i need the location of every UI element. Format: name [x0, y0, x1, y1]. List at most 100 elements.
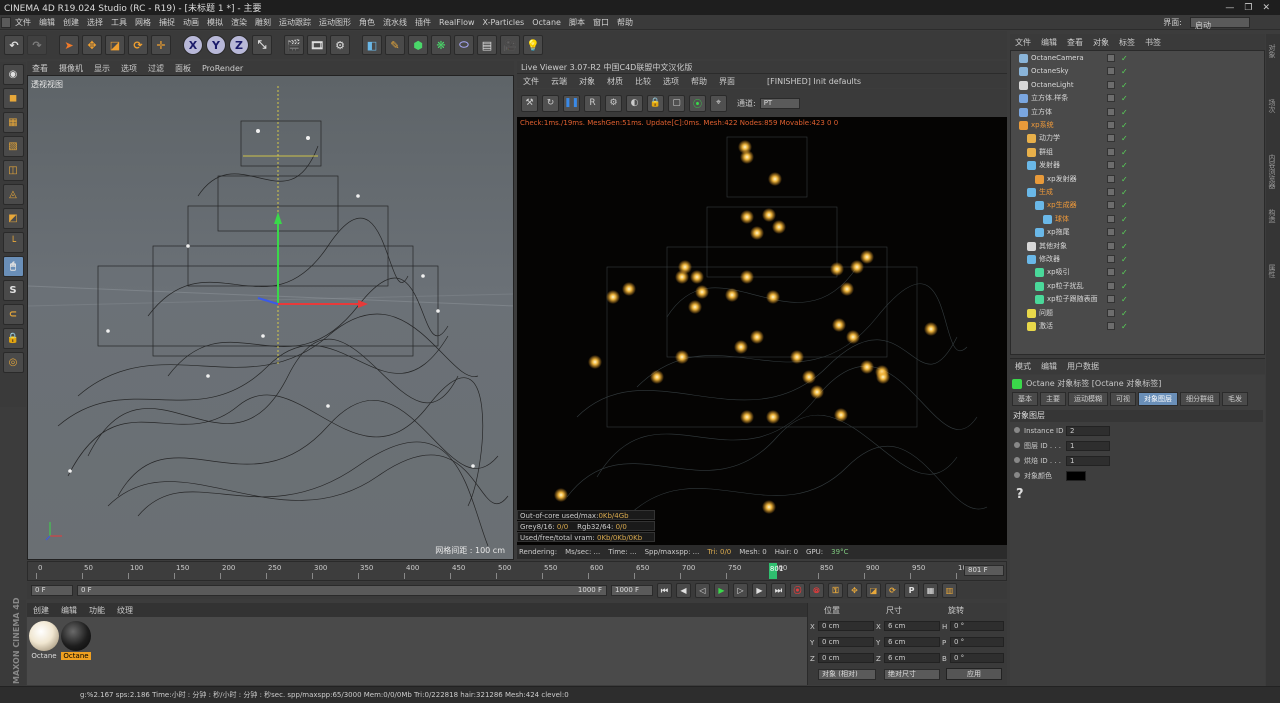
- clay-mode-icon[interactable]: ▢: [668, 94, 685, 112]
- menu-item[interactable]: 文件: [11, 15, 35, 30]
- visibility-toggle[interactable]: [1107, 134, 1115, 143]
- position-key-icon[interactable]: ✥: [847, 583, 862, 598]
- menu-item[interactable]: 选择: [83, 15, 107, 30]
- enabled-check-icon[interactable]: ✓: [1121, 132, 1128, 145]
- undo-icon[interactable]: ↶: [4, 35, 24, 55]
- attribute-menu-item[interactable]: 模式: [1010, 361, 1036, 372]
- viewport-menu-item[interactable]: ProRender: [197, 64, 248, 73]
- render-view[interactable]: Check:1ms./19ms. MeshGen:51ms. Update[C]…: [517, 117, 1007, 545]
- menu-item[interactable]: 动画: [179, 15, 203, 30]
- position-x-field[interactable]: 0 cm: [818, 621, 874, 631]
- settings-gear-icon[interactable]: ⚙: [605, 94, 622, 112]
- visibility-toggle[interactable]: [1107, 268, 1115, 277]
- visibility-toggle[interactable]: [1107, 174, 1115, 183]
- animate-dot-icon[interactable]: [1014, 427, 1020, 433]
- object-menu-item[interactable]: 查看: [1062, 37, 1088, 48]
- timeline-window-icon[interactable]: ▥: [942, 583, 957, 598]
- pick-material-icon[interactable]: ⌖: [710, 94, 727, 112]
- y-axis-icon[interactable]: Y: [206, 35, 226, 55]
- object-row[interactable]: 立方体.样条 ✓: [1011, 92, 1264, 105]
- object-menu-item[interactable]: 文件: [1010, 37, 1036, 48]
- render-picture-icon[interactable]: 🎞: [307, 35, 327, 55]
- transform-tool-icon[interactable]: ✛: [151, 35, 171, 55]
- enabled-check-icon[interactable]: ✓: [1121, 52, 1128, 65]
- enabled-check-icon[interactable]: ✓: [1121, 92, 1128, 105]
- size-x-field[interactable]: 6 cm: [884, 621, 940, 631]
- right-side-tab[interactable]: 构造: [1267, 209, 1277, 223]
- menu-item[interactable]: 帮助: [613, 15, 637, 30]
- material-icon[interactable]: ◐: [626, 94, 643, 112]
- viewport-menu-item[interactable]: 查看: [27, 63, 53, 74]
- object-row[interactable]: 其他对象 ✓: [1011, 240, 1264, 253]
- live-viewer-menu-item[interactable]: 帮助: [685, 76, 713, 87]
- minimize-icon[interactable]: —: [1225, 3, 1234, 13]
- prev-key-icon[interactable]: ◀: [676, 583, 691, 598]
- menu-item[interactable]: 运动图形: [315, 15, 355, 30]
- instance-id-field[interactable]: 2: [1066, 426, 1110, 436]
- enabled-check-icon[interactable]: ✓: [1121, 79, 1128, 92]
- rotation-key-icon[interactable]: ⟳: [885, 583, 900, 598]
- material-menu-item[interactable]: 创建: [27, 605, 55, 616]
- attribute-tab[interactable]: 对象图层: [1138, 392, 1178, 406]
- size-y-field[interactable]: 6 cm: [884, 637, 940, 647]
- object-row[interactable]: 立方体 ✓: [1011, 106, 1264, 119]
- live-viewer-menu-item[interactable]: 选项: [657, 76, 685, 87]
- points-mode-icon[interactable]: ◫: [2, 160, 24, 181]
- viewport-menu-item[interactable]: 过滤: [143, 63, 169, 74]
- param-key-icon[interactable]: P: [904, 583, 919, 598]
- enabled-check-icon[interactable]: ✓: [1121, 159, 1128, 172]
- focus-picker-icon[interactable]: ⦿: [689, 94, 706, 112]
- menu-item[interactable]: 编辑: [35, 15, 59, 30]
- workplane-icon[interactable]: ▧: [2, 136, 24, 157]
- texture-mode-icon[interactable]: ▦: [2, 112, 24, 133]
- restart-icon[interactable]: ↻: [542, 94, 559, 112]
- region-icon[interactable]: R: [584, 94, 601, 112]
- menu-item[interactable]: 渲染: [227, 15, 251, 30]
- render-settings-icon[interactable]: ⚙: [330, 35, 350, 55]
- camera-icon[interactable]: 🎥: [500, 35, 520, 55]
- goto-start-icon[interactable]: ⏮: [657, 583, 672, 598]
- visibility-toggle[interactable]: [1107, 67, 1115, 76]
- visibility-toggle[interactable]: [1107, 241, 1115, 250]
- polygons-mode-icon[interactable]: ◩: [2, 208, 24, 229]
- menu-item[interactable]: 捕捉: [155, 15, 179, 30]
- right-side-tab[interactable]: 场次: [1267, 99, 1277, 113]
- floor-icon[interactable]: ▤: [477, 35, 497, 55]
- viewport-menu-item[interactable]: 摄像机: [54, 63, 88, 74]
- visibility-toggle[interactable]: [1107, 214, 1115, 223]
- scale-tool-icon[interactable]: ◪: [105, 35, 125, 55]
- enabled-check-icon[interactable]: ✓: [1121, 199, 1128, 212]
- visibility-toggle[interactable]: [1107, 121, 1115, 129]
- visibility-toggle[interactable]: [1107, 228, 1115, 237]
- menu-item[interactable]: 流水线: [379, 15, 411, 30]
- right-side-tab[interactable]: 对象: [1267, 44, 1277, 58]
- bake-id-field[interactable]: 1: [1066, 456, 1110, 466]
- menu-item[interactable]: RealFlow: [435, 15, 479, 30]
- object-row[interactable]: 群组 ✓: [1011, 146, 1264, 159]
- attribute-tab[interactable]: 基本: [1012, 392, 1038, 406]
- visibility-toggle[interactable]: [1107, 255, 1115, 263]
- right-side-tab[interactable]: 内容浏览器: [1267, 154, 1277, 189]
- send-scene-icon[interactable]: ⚒: [521, 94, 538, 112]
- x-axis-icon[interactable]: X: [183, 35, 203, 55]
- snap-icon[interactable]: S: [2, 280, 24, 301]
- material-swatch-1[interactable]: [61, 621, 91, 651]
- redo-icon[interactable]: ↷: [27, 35, 47, 55]
- visibility-toggle[interactable]: [1107, 201, 1115, 210]
- position-y-field[interactable]: 0 cm: [818, 637, 874, 647]
- preview-range-slider[interactable]: 0 F 1000 F: [77, 585, 607, 596]
- size-z-field[interactable]: 6 cm: [884, 653, 940, 663]
- menu-item[interactable]: 运动跟踪: [275, 15, 315, 30]
- object-row[interactable]: OctaneSky ✓: [1011, 65, 1264, 78]
- live-viewer-menu-item[interactable]: 界面: [713, 76, 741, 87]
- live-viewer-menu-item[interactable]: 比较: [629, 76, 657, 87]
- attribute-menu-item[interactable]: 用户数据: [1062, 361, 1104, 372]
- enabled-check-icon[interactable]: ✓: [1121, 213, 1128, 226]
- pause-icon[interactable]: ❚❚: [563, 94, 580, 112]
- visibility-toggle[interactable]: [1107, 107, 1115, 116]
- subdivision-icon[interactable]: ⬢: [408, 35, 428, 55]
- material-menu-item[interactable]: 编辑: [55, 605, 83, 616]
- apply-button[interactable]: 应用: [946, 668, 1002, 680]
- app-icon[interactable]: [1, 16, 11, 28]
- lock-icon[interactable]: 🔒: [2, 328, 24, 349]
